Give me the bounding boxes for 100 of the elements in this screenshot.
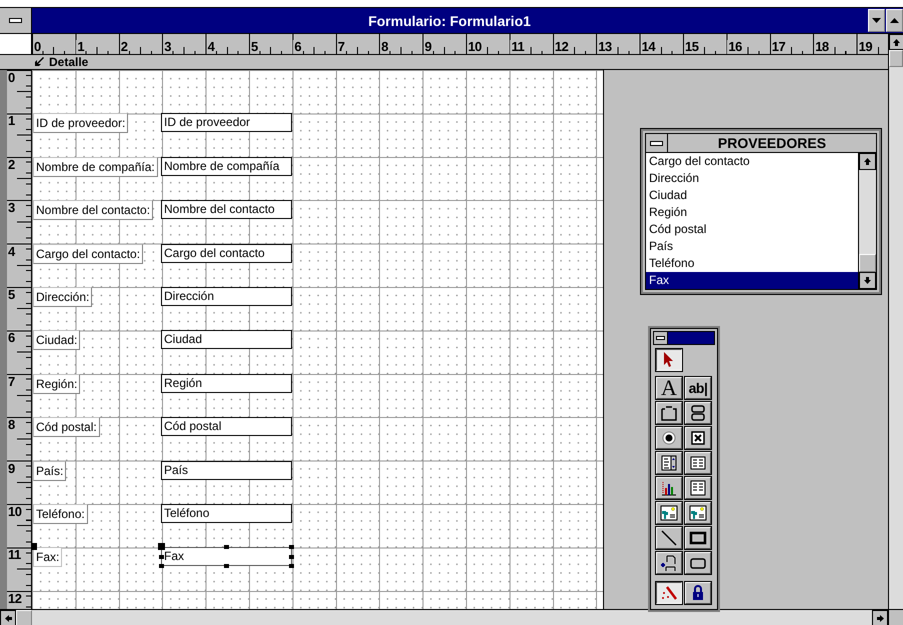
down-arrow-icon — [864, 277, 871, 284]
text-box[interactable]: ID de proveedor — [161, 113, 292, 132]
text-box[interactable]: Nombre del contacto — [161, 200, 292, 220]
ruler-number: 10 — [8, 505, 22, 519]
picture-frame-icon — [688, 503, 708, 523]
line-icon — [659, 528, 679, 548]
resize-handle[interactable] — [224, 564, 229, 568]
scroll-left-button[interactable] — [0, 610, 16, 625]
ruler-number: 8 — [8, 418, 15, 432]
picture-frame-icon — [659, 503, 679, 523]
scrollbar-corner — [888, 609, 903, 625]
field-list-item[interactable]: Fax — [646, 272, 858, 289]
ruler-number: 5 — [8, 288, 15, 302]
field-list-item[interactable]: Ciudad — [646, 187, 858, 204]
system-menu-button[interactable] — [0, 8, 32, 33]
field-list-item[interactable]: Dirección — [646, 170, 858, 187]
down-triangle-icon — [872, 18, 881, 24]
ruler-number: 18 — [814, 40, 830, 54]
ruler-number: 8 — [380, 40, 389, 54]
vertical-scrollbar[interactable] — [858, 153, 876, 289]
ruler-number: 1 — [8, 114, 15, 128]
ruler-number: 9 — [8, 462, 15, 476]
ruler-number: 19 — [858, 40, 874, 54]
ruler-number: 1 — [76, 40, 86, 54]
ruler-number: 0 — [33, 40, 42, 54]
ruler-number: 0 — [8, 71, 15, 85]
text-box[interactable]: Ciudad — [161, 330, 292, 350]
resize-handle[interactable] — [289, 545, 294, 550]
text-box[interactable]: Dirección — [161, 287, 292, 306]
scroll-thumb[interactable] — [889, 50, 903, 67]
ruler-number: 5 — [250, 40, 259, 54]
ruler-number: 11 — [8, 548, 21, 562]
ruler-number: 12 — [554, 40, 570, 54]
window-title: Formulario: Formulario1 — [367, 12, 532, 28]
maximize-button[interactable] — [886, 9, 903, 32]
tool-button[interactable]: A — [655, 376, 683, 400]
tool-button[interactable] — [655, 348, 683, 372]
scroll-thumb[interactable] — [859, 254, 876, 272]
field-label: Teléfono: — [33, 504, 88, 524]
vertical-scrollbar[interactable] — [888, 34, 903, 609]
field-label: País: — [33, 460, 66, 481]
field-list-item[interactable]: Región — [646, 204, 858, 221]
up-arrow-icon — [864, 158, 871, 165]
scroll-thumb[interactable] — [16, 610, 32, 625]
text-box[interactable]: Región — [161, 374, 292, 393]
up-arrow-icon — [893, 38, 900, 46]
ruler-number: 14 — [640, 40, 656, 54]
subform-icon — [688, 478, 708, 498]
ruler-number: 15 — [684, 40, 700, 54]
field-list-item[interactable]: Cód postal — [646, 221, 858, 238]
text-box[interactable]: País — [161, 460, 292, 480]
text-box[interactable]: Cód postal — [161, 417, 292, 436]
minimize-button[interactable] — [868, 9, 885, 32]
field-list-item[interactable]: País — [646, 238, 858, 255]
field-label: ID de proveedor: — [33, 113, 128, 134]
system-menu-button[interactable] — [654, 332, 668, 344]
field-label: Nombre del contacto: — [33, 200, 154, 220]
field-label: Ciudad: — [33, 330, 80, 350]
up-triangle-icon — [890, 18, 899, 24]
scroll-up-button[interactable] — [859, 153, 876, 170]
tool-button[interactable]: ab| — [684, 376, 712, 400]
ruler-number: 6 — [8, 331, 15, 346]
ruler-number: 6 — [293, 40, 302, 54]
text-box[interactable]: Teléfono — [161, 504, 292, 523]
ruler-number: 3 — [8, 201, 15, 216]
section-title: Detalle — [49, 55, 88, 69]
field-list-title: PROVEEDORES — [716, 135, 828, 151]
field-label: Región: — [33, 374, 80, 394]
scroll-up-button[interactable] — [889, 34, 903, 50]
field-label: Cód postal: — [33, 417, 100, 438]
ruler-number: 2 — [120, 40, 129, 54]
left-arrow-icon — [4, 615, 12, 622]
ruler-number: 3 — [163, 40, 172, 54]
tool-button[interactable] — [655, 581, 683, 605]
scroll-right-button[interactable] — [872, 610, 888, 625]
field-list-item[interactable]: Cargo del contacto — [646, 153, 858, 170]
ruler-number: 11 — [510, 40, 526, 54]
ruler-number: 4 — [8, 244, 15, 259]
ruler-number: 10 — [467, 40, 482, 54]
move-handle[interactable] — [32, 543, 37, 550]
right-arrow-icon — [876, 615, 884, 622]
ruler-number: 2 — [8, 158, 15, 172]
ruler-number: 4 — [206, 40, 216, 54]
ruler-number: 7 — [336, 40, 346, 54]
text-box[interactable]: Cargo del contacto — [161, 244, 292, 263]
ruler-number: 12 — [8, 592, 22, 606]
field-list-item[interactable]: Teléfono — [646, 255, 858, 272]
scroll-down-button[interactable] — [859, 272, 876, 289]
move-handle[interactable] — [158, 543, 165, 550]
ruler-number: 16 — [727, 40, 743, 54]
ruler-number: 13 — [597, 40, 613, 54]
ruler-number: 7 — [8, 374, 15, 389]
ruler-number: 9 — [424, 40, 432, 54]
text-box[interactable]: Nombre de compañía — [161, 156, 292, 176]
field-label: Dirección: — [33, 287, 92, 307]
resize-handle[interactable] — [224, 545, 229, 550]
ruler-number: 17 — [770, 40, 786, 54]
horizontal-scrollbar[interactable] — [0, 609, 888, 625]
field-label: Nombre de compañía: — [33, 156, 158, 177]
field-label: Cargo del contacto: — [33, 244, 144, 264]
